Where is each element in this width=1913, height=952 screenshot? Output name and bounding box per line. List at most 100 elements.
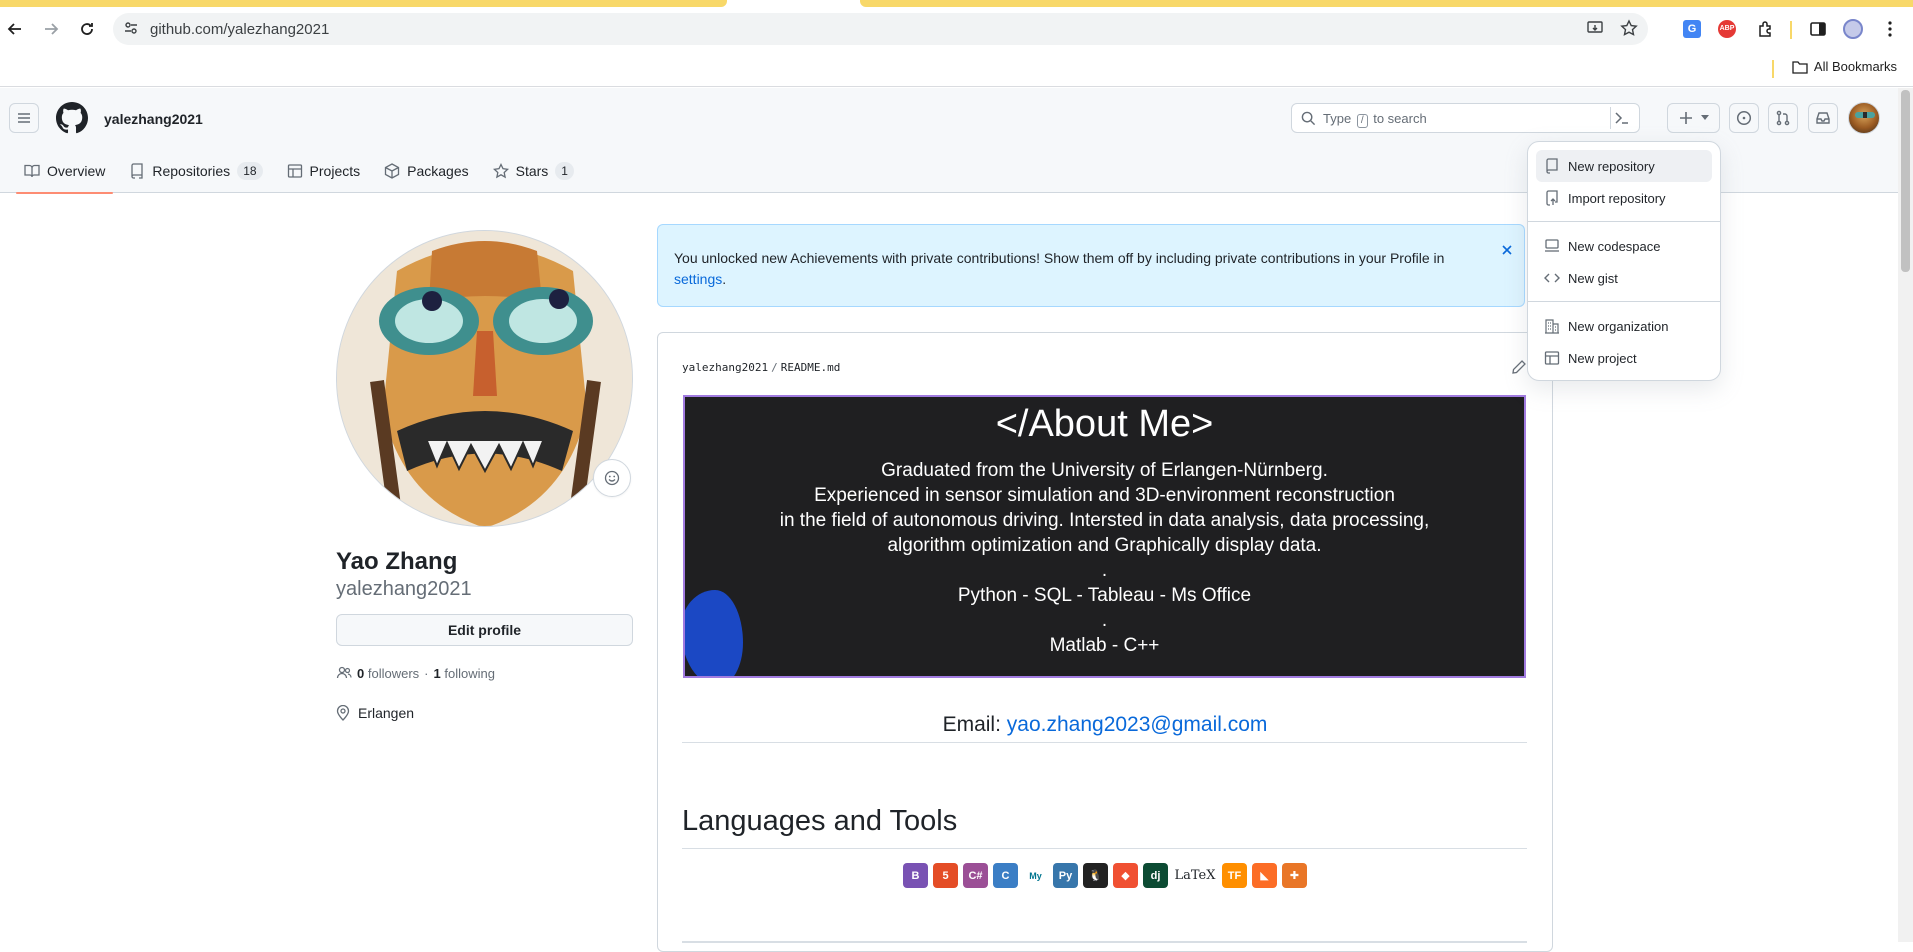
menu-item-new-organization[interactable]: New organization [1536,310,1712,342]
triangle-down-icon [1700,115,1709,120]
following-label: following [444,665,495,681]
flash-close-button[interactable] [1500,243,1514,260]
following-link[interactable]: 1 following [434,666,495,681]
tab-stars[interactable]: Stars 1 [485,148,582,193]
readme-path: yalezhang2021/README.md [682,361,840,374]
profile-avatar[interactable] [336,230,633,527]
chrome-menu-icon[interactable] [1875,14,1905,44]
linux-icon: 🐧 [1083,863,1108,888]
search-shortcut-key: / [1356,114,1368,128]
hamburger-icon [18,113,30,123]
readme-card: yalezhang2021/README.md </About Me> Grad… [657,332,1553,952]
pencil-icon [1512,360,1526,374]
menu-item-new-project[interactable]: New project [1536,342,1712,374]
tab-stars-label: Stars [515,162,549,179]
flash-settings-link[interactable]: settings [674,271,722,287]
back-button[interactable] [0,14,30,44]
table-icon [1544,351,1560,365]
search-placeholder-suffix: to search [1373,111,1427,126]
reload-button[interactable] [72,14,102,44]
plus-icon [1679,112,1692,124]
create-new-button[interactable] [1667,103,1720,133]
issues-button[interactable] [1729,103,1759,133]
code-icon [1544,273,1560,283]
followers-label: followers [367,665,420,681]
context-username[interactable]: yalezhang2021 [104,111,203,127]
tab-projects[interactable]: Projects [279,148,369,193]
banner-line: Python - SQL - Tableau - Ms Office [957,585,1252,606]
django-icon: dj [1143,863,1168,888]
search-placeholder: Type / to search [1323,111,1427,128]
side-panel-icon[interactable] [1803,14,1833,44]
follow-stats: 0 followers · 1 following [336,665,495,681]
url-text: github.com/yalezhang2021 [150,21,330,38]
adblock-extension-icon[interactable]: ABP [1712,14,1742,44]
follow-separator: · [424,665,429,681]
mysql-icon: My [1023,863,1048,888]
address-bar[interactable]: github.com/yalezhang2021 [113,13,1648,45]
banner-line: Experienced in sensor simulation and 3D-… [814,485,1395,506]
csharp-icon: C# [963,863,988,888]
edit-readme-button[interactable] [1511,359,1527,378]
edit-profile-button[interactable]: Edit profile [336,614,633,646]
site-settings-icon[interactable] [123,20,139,39]
create-new-menu: New repository Import repository New cod… [1527,141,1721,381]
html5-icon: 5 [933,863,958,888]
profile-tabs: Overview Repositories 18 Projects Packag… [16,148,582,194]
tableau-icon: ✚ [1282,863,1307,888]
banner-line: . [1101,560,1108,581]
forward-button[interactable] [36,14,66,44]
python-icon: Py [1053,863,1078,888]
profile-login: yalezhang2021 [336,578,472,600]
repo-icon [1546,158,1558,174]
page-scrollbar[interactable] [1898,88,1913,942]
inbox-button[interactable] [1808,103,1838,133]
tab-packages[interactable]: Packages [376,148,476,193]
following-count: 1 [433,665,441,681]
extensions-puzzle-icon[interactable] [1751,14,1781,44]
search-input[interactable]: Type / to search [1291,103,1640,133]
email-link[interactable]: yao.zhang2023@gmail.com [1007,713,1268,736]
bookmark-star-icon[interactable] [1620,19,1638,40]
divider [682,848,1527,849]
toolbar-separator [1790,21,1792,39]
menu-item-new-repository[interactable]: New repository [1536,150,1712,182]
followers-link[interactable]: 0 followers [357,666,419,681]
banner-line: in the field of autonomous driving. Inte… [779,510,1430,531]
scrollbar-thumb[interactable] [1901,90,1910,272]
install-app-icon[interactable] [1586,19,1604,40]
menu-divider [1528,221,1720,222]
menu-item-label: New organization [1568,318,1669,334]
tab-overview-label: Overview [47,162,106,179]
readme-owner[interactable]: yalezhang2021 [682,361,768,374]
github-logo-icon[interactable] [56,102,88,137]
translate-extension-icon[interactable]: G [1677,14,1707,44]
repo-push-icon [1546,190,1558,206]
menu-item-new-codespace[interactable]: New codespace [1536,230,1712,262]
profile-avatar-icon[interactable] [1838,14,1868,44]
banner-title: </About Me> [995,403,1214,445]
set-status-button[interactable] [593,459,631,497]
divider [682,742,1527,743]
menu-item-new-gist[interactable]: New gist [1536,262,1712,294]
tab-overview[interactable]: Overview [16,148,114,194]
pull-requests-button[interactable] [1768,103,1798,133]
all-bookmarks-button[interactable]: All Bookmarks [1792,59,1897,74]
menu-item-import-repository[interactable]: Import repository [1536,182,1712,214]
terminal-icon [1614,112,1628,124]
user-avatar[interactable] [1848,102,1880,134]
readme-file[interactable]: README.md [781,361,841,374]
email-line: Email: yao.zhang2023@gmail.com [658,713,1552,737]
table-icon [287,163,302,178]
flash-message: You unlocked new Achievements with priva… [674,248,1474,290]
divider [682,941,1527,943]
tab-repositories[interactable]: Repositories 18 [121,148,270,193]
menu-item-label: New gist [1568,270,1618,286]
smiley-icon [604,470,620,486]
book-icon [24,164,40,177]
command-palette-button[interactable] [1610,107,1632,129]
tab-repositories-label: Repositories [152,162,231,179]
repositories-counter: 18 [237,161,263,180]
close-icon [1502,245,1512,255]
global-nav-button[interactable] [9,103,39,133]
